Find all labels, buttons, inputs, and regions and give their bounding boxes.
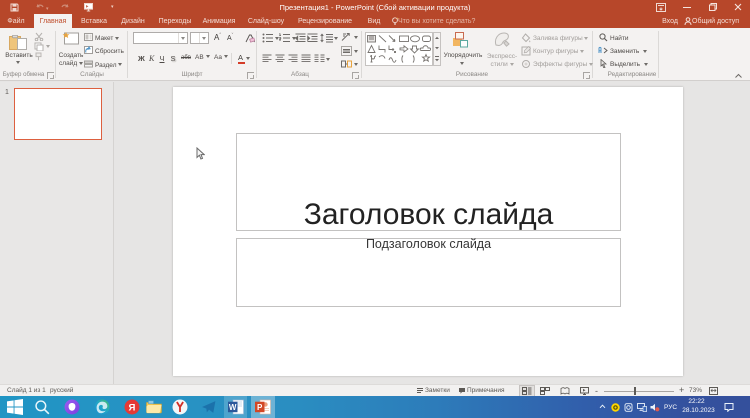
svg-text:Я: Я xyxy=(129,403,136,414)
svg-text:P: P xyxy=(257,403,263,412)
svg-text:W: W xyxy=(229,403,237,412)
